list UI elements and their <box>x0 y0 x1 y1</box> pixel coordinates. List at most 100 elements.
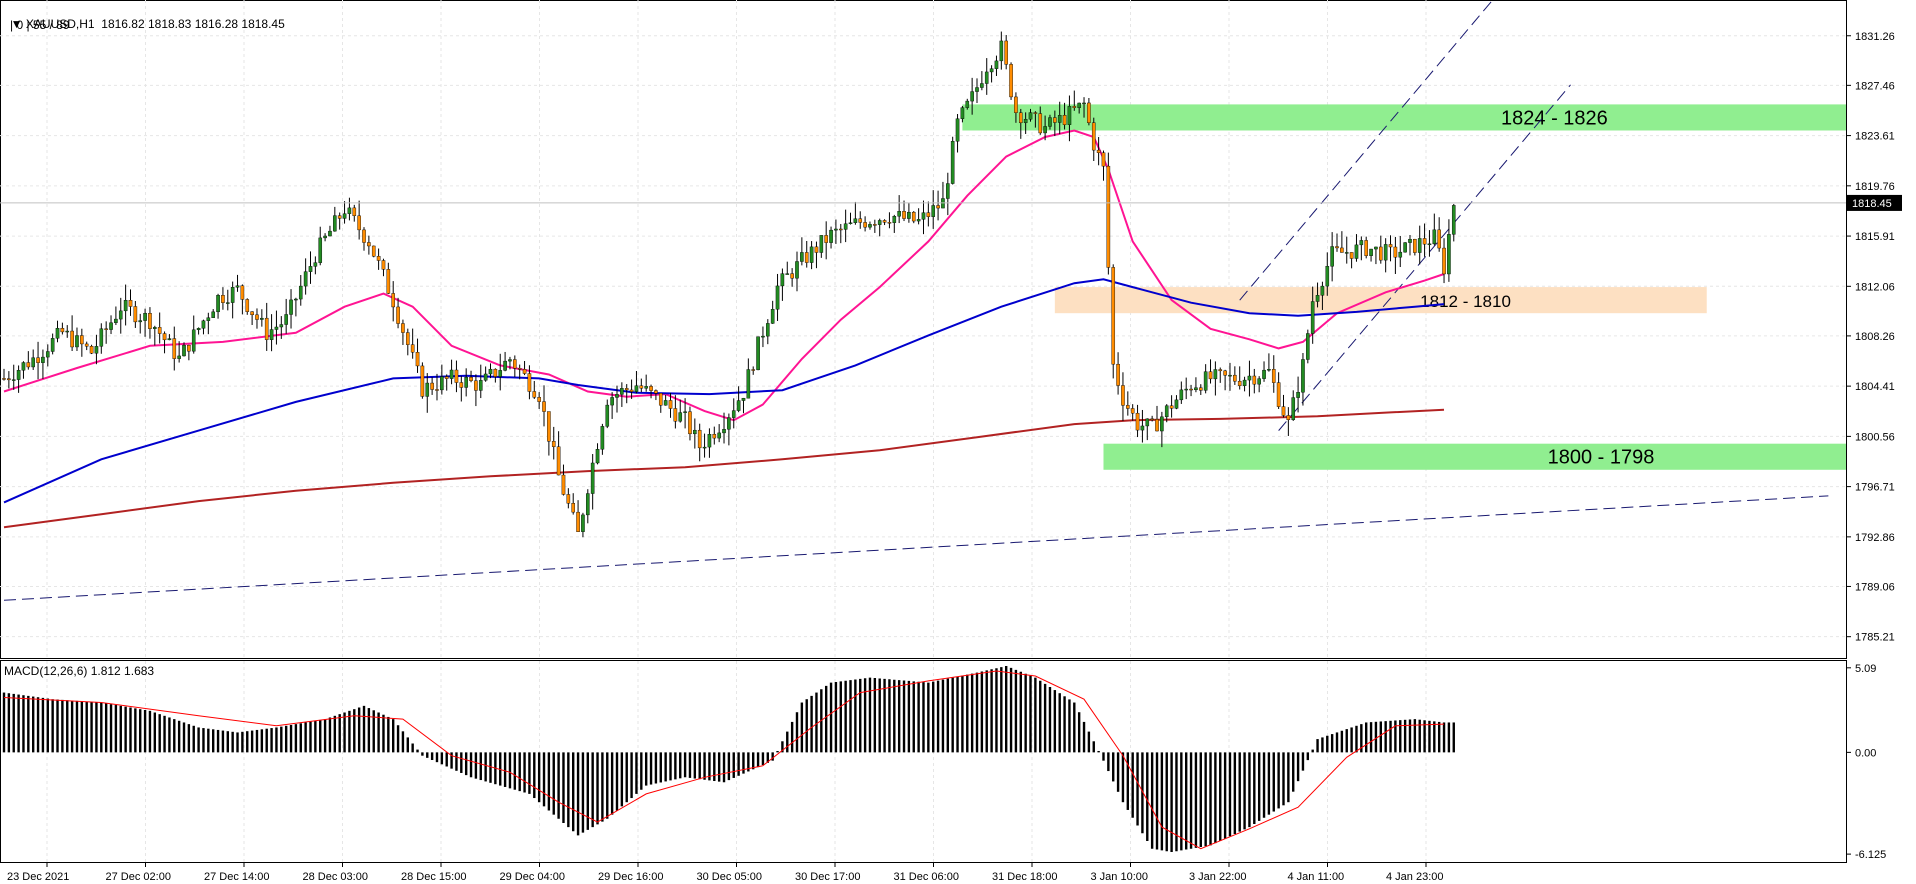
candle-body <box>318 237 323 263</box>
candle-body <box>688 411 692 435</box>
time-tick-label: 30 Dec 17:00 <box>795 871 860 883</box>
price-tick-label: 1785.21 <box>1855 632 1895 644</box>
candle-body <box>65 330 70 333</box>
candle-body <box>1033 112 1038 114</box>
candle-body <box>955 118 960 142</box>
candle-body <box>1194 387 1198 391</box>
candle-body <box>454 369 459 383</box>
candle-body <box>1315 295 1320 302</box>
candle-body <box>1062 115 1067 125</box>
candle-body <box>1267 369 1271 371</box>
candle-body <box>727 417 731 430</box>
candle-body <box>284 314 288 325</box>
candle-body <box>1179 389 1184 401</box>
candle-body <box>824 235 828 243</box>
candle-body <box>1408 238 1412 243</box>
candle-body <box>1096 149 1101 153</box>
candle-body <box>668 400 673 409</box>
candle-body <box>503 360 507 371</box>
candle-body <box>741 397 746 401</box>
candle-body <box>707 434 712 448</box>
price-chart[interactable]: 1824 - 1826 1812 - 1810 1800 - 1798 1831.2… <box>0 0 1916 884</box>
time-tick-label: 4 Jan 23:00 <box>1386 871 1444 883</box>
candle-body <box>143 313 147 321</box>
candle-body <box>488 368 493 375</box>
candle-body <box>240 285 245 300</box>
time-tick-label: 27 Dec 14:00 <box>204 871 269 883</box>
candle-body <box>780 273 785 287</box>
candle-body <box>658 393 663 406</box>
candle-body <box>624 388 629 391</box>
candle-body <box>897 211 901 217</box>
candle-body <box>736 400 741 411</box>
candle-body <box>1427 243 1432 246</box>
candle-body <box>99 328 104 347</box>
candle-body <box>1218 369 1223 372</box>
candle-body <box>235 285 240 288</box>
candle-body <box>1213 369 1218 380</box>
candle-body <box>70 330 74 348</box>
candle-body <box>1340 247 1344 253</box>
candle-body <box>950 141 955 184</box>
candle-body <box>464 377 468 388</box>
candle-body <box>362 229 366 243</box>
candle-body <box>620 388 624 395</box>
candle-body <box>873 224 877 226</box>
candle-body <box>800 252 804 262</box>
candle-body <box>980 83 984 88</box>
candle-body <box>1053 117 1057 123</box>
candle-body <box>946 183 950 199</box>
candle-body <box>16 370 21 380</box>
candle-body <box>148 313 152 329</box>
candle-body <box>371 245 376 257</box>
candle-body <box>717 432 721 439</box>
time-tick-label: 3 Jan 10:00 <box>1091 871 1149 883</box>
candle-body <box>877 220 882 225</box>
candle-body <box>902 211 906 219</box>
candle-body <box>629 389 634 392</box>
time-tick-label: 31 Dec 06:00 <box>894 871 959 883</box>
candle-body <box>508 359 512 362</box>
candle-body <box>834 228 838 231</box>
candle-body <box>571 503 576 513</box>
candle-body <box>391 293 396 308</box>
candle-body <box>182 344 186 357</box>
candle-body <box>1320 285 1325 296</box>
candle-body <box>109 322 113 330</box>
candle-body <box>133 306 138 323</box>
candle-body <box>337 215 342 219</box>
price-tick-label: 1792.86 <box>1855 532 1895 544</box>
candle-body <box>1014 96 1018 113</box>
candle-body <box>1257 378 1261 385</box>
candle-body <box>225 302 230 304</box>
candle-body <box>1082 102 1086 105</box>
candle-body <box>814 246 819 253</box>
candle-body <box>1291 397 1296 420</box>
candle-body <box>994 60 999 69</box>
candle-body <box>936 205 940 209</box>
candle-body <box>746 369 751 399</box>
candle-body <box>960 107 965 119</box>
time-tick-label: 27 Dec 02:00 <box>106 871 171 883</box>
candle-body <box>1403 242 1407 253</box>
candle-body <box>1189 388 1193 391</box>
candle-body <box>853 218 858 223</box>
candle-body <box>911 211 916 222</box>
time-axis[interactable]: 23 Dec 2021 27 Dec 02:00 27 Dec 14:00 28 De… <box>7 862 1444 883</box>
candle-body <box>1369 248 1373 256</box>
candle-body <box>838 228 843 231</box>
candle-body <box>1130 408 1135 414</box>
candle-body <box>114 318 118 323</box>
candle-body <box>1091 122 1096 151</box>
price-tick-label: 1823.61 <box>1855 131 1895 143</box>
candle-body <box>94 346 99 354</box>
candle-body <box>654 390 658 394</box>
candle-body <box>172 338 177 359</box>
candle-body <box>532 391 537 398</box>
candle-body <box>517 368 522 370</box>
candle-body <box>1242 379 1247 386</box>
price-axis[interactable]: 1831.26 1827.46 1823.61 1819.76 1815.91 1812.… <box>1846 31 1895 644</box>
zone-label: 1800 - 1798 <box>1548 447 1655 469</box>
candle-body <box>1301 359 1305 393</box>
candle-body <box>1111 267 1116 365</box>
